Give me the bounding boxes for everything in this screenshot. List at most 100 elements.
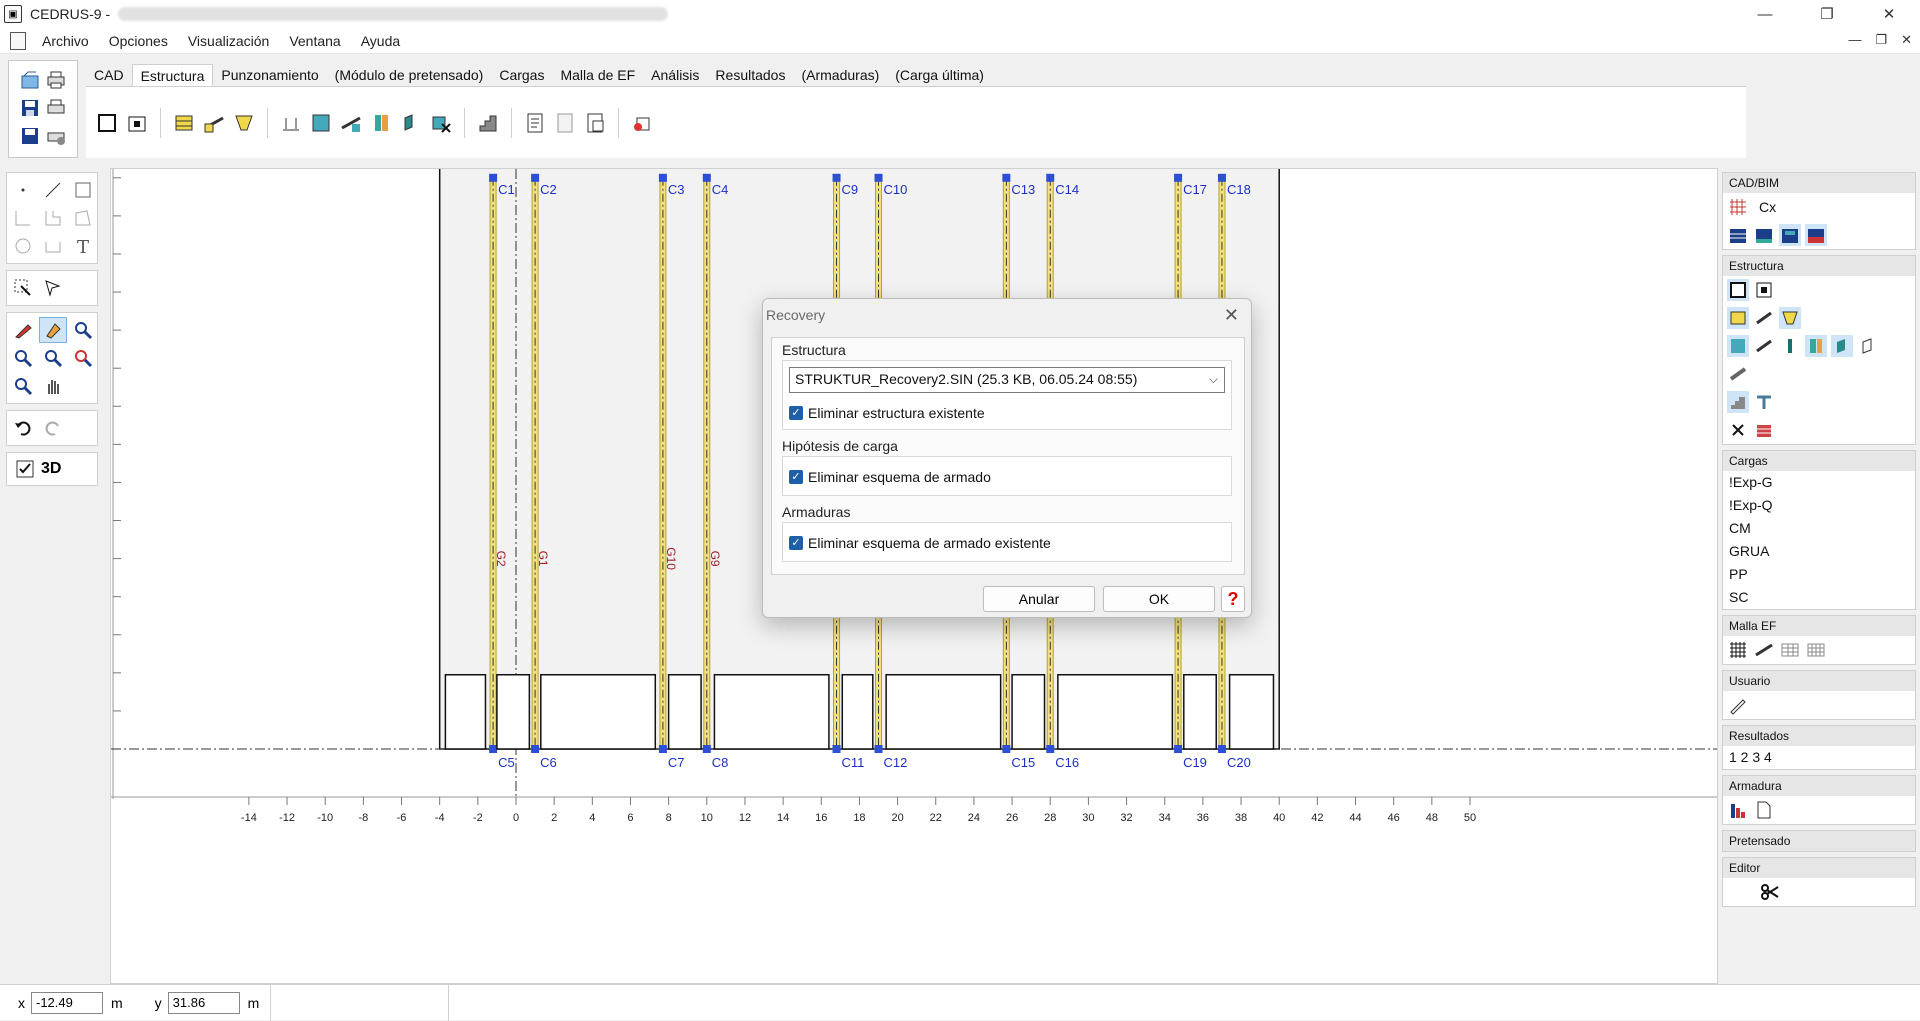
slab-opening-icon[interactable]	[124, 110, 150, 136]
delete-load-scheme-checkbox[interactable]: ✓ Eliminar esquema de armado	[789, 469, 991, 485]
save-icon[interactable]	[19, 97, 41, 119]
grid-icon[interactable]	[1727, 196, 1749, 218]
stair-icon[interactable]	[1727, 391, 1749, 413]
mesh-icon[interactable]	[1727, 639, 1749, 661]
scissors-icon[interactable]	[1727, 419, 1749, 441]
erase-icon[interactable]	[9, 317, 37, 343]
open-icon[interactable]	[19, 69, 41, 91]
stair-icon[interactable]	[475, 110, 501, 136]
load-case-item[interactable]: CM	[1723, 517, 1915, 540]
tab-cad[interactable]: CAD	[86, 64, 132, 86]
bar-chart-icon[interactable]	[1727, 799, 1749, 821]
pan-hand-icon[interactable]	[39, 373, 67, 399]
girder-icon[interactable]	[1779, 307, 1801, 329]
ok-button[interactable]: OK	[1103, 586, 1215, 612]
polygon-icon[interactable]	[39, 205, 67, 231]
redo-icon[interactable]	[39, 415, 67, 441]
close-icon[interactable]: ✕	[1224, 305, 1239, 326]
report-edit-icon[interactable]	[552, 110, 578, 136]
delete-structure-checkbox[interactable]: ✓ Eliminar estructura existente	[789, 405, 985, 421]
point-icon[interactable]	[9, 177, 37, 203]
zoom-window-icon[interactable]	[39, 345, 67, 371]
beam-icon[interactable]	[1753, 307, 1775, 329]
new-structure-icon[interactable]	[94, 110, 120, 136]
bim-export-icon[interactable]	[629, 110, 655, 136]
print-icon[interactable]	[45, 69, 67, 91]
line-icon[interactable]	[39, 177, 67, 203]
mesh-column-icon[interactable]	[1727, 335, 1749, 357]
tab-punzonamiento[interactable]: Punzonamiento	[213, 64, 326, 86]
load-case-item[interactable]: !Exp-G	[1723, 471, 1915, 494]
building-icon[interactable]	[1727, 224, 1749, 246]
new-slab-icon[interactable]	[1727, 279, 1749, 301]
recovery-file-select[interactable]: STRUKTUR_Recovery2.SIN (25.3 KB, 06.05.2…	[789, 367, 1225, 393]
tab-carga-ultima[interactable]: (Carga última)	[887, 64, 992, 86]
building-floors-icon[interactable]	[1753, 224, 1775, 246]
document-icon[interactable]	[10, 31, 26, 50]
scissors-icon[interactable]	[1759, 881, 1781, 903]
tab-malla-ef[interactable]: Malla de EF	[552, 64, 643, 86]
paint-icon[interactable]	[39, 317, 67, 343]
delete-rebar-scheme-checkbox[interactable]: ✓ Eliminar esquema de armado existente	[789, 535, 1051, 551]
close-button[interactable]: ✕	[1858, 0, 1920, 28]
tee-beam-icon[interactable]	[1753, 391, 1775, 413]
shear-wall-icon[interactable]	[398, 110, 424, 136]
mdi-close-button[interactable]: ✕	[1901, 32, 1912, 48]
mdi-restore-button[interactable]: ❐	[1875, 32, 1887, 48]
wall-panel-icon[interactable]	[1857, 335, 1879, 357]
support-icon[interactable]	[278, 110, 304, 136]
menu-opciones[interactable]: Opciones	[105, 33, 172, 49]
building-model-icon[interactable]	[1805, 224, 1827, 246]
cx-item[interactable]: Cx	[1753, 196, 1782, 219]
mesh-grid-icon[interactable]	[1805, 639, 1827, 661]
column-icon[interactable]	[1779, 335, 1801, 357]
maximize-button[interactable]: ❐	[1796, 0, 1858, 28]
printer-setup-icon[interactable]	[45, 125, 67, 147]
rectangle-icon[interactable]	[69, 177, 97, 203]
minimize-button[interactable]: —	[1734, 0, 1796, 28]
menu-ventana[interactable]: Ventana	[285, 33, 344, 49]
circle-icon[interactable]	[9, 233, 37, 259]
report-export-icon[interactable]	[582, 110, 608, 136]
beam-icon[interactable]	[201, 110, 227, 136]
x-coord-field[interactable]: -12.49	[31, 991, 103, 1014]
help-button[interactable]: ?	[1221, 586, 1245, 612]
menu-ayuda[interactable]: Ayuda	[357, 33, 404, 49]
load-case-item[interactable]: !Exp-Q	[1723, 494, 1915, 517]
opening-icon[interactable]	[1753, 279, 1775, 301]
tab-cargas[interactable]: Cargas	[491, 64, 552, 86]
report-icon[interactable]	[522, 110, 548, 136]
brick-wall-icon[interactable]	[1753, 419, 1775, 441]
mdi-minimize-button[interactable]: —	[1848, 32, 1861, 48]
y-coord-field[interactable]: 31.86	[167, 991, 240, 1014]
result-numbers[interactable]: 1 2 3 4	[1723, 746, 1915, 769]
rebar-sheet-icon[interactable]	[1753, 799, 1775, 821]
girder-icon[interactable]	[231, 110, 257, 136]
tab-armaduras[interactable]: (Armaduras)	[793, 64, 887, 86]
pen-icon[interactable]	[1727, 694, 1749, 716]
save-as-icon[interactable]	[19, 125, 41, 147]
cancel-button[interactable]: Anular	[983, 586, 1095, 612]
shear-wall-icon[interactable]	[1831, 335, 1853, 357]
beam-support-icon[interactable]	[1753, 335, 1775, 357]
text-icon[interactable]: T	[69, 233, 97, 259]
tab-resultados[interactable]: Resultados	[707, 64, 793, 86]
view-3d-button[interactable]: 3D	[9, 457, 97, 481]
mesh-table-icon[interactable]	[1779, 639, 1801, 661]
zoom-out-icon[interactable]	[9, 345, 37, 371]
column-icon[interactable]	[368, 110, 394, 136]
select-icon[interactable]	[9, 275, 37, 301]
mesh-refine-icon[interactable]	[1753, 639, 1775, 661]
select-edit-icon[interactable]	[39, 275, 67, 301]
delete-element-icon[interactable]	[428, 110, 454, 136]
mesh-column-icon[interactable]	[308, 110, 334, 136]
zoom-all-icon[interactable]	[69, 345, 97, 371]
zoom-in-icon[interactable]	[69, 317, 97, 343]
menu-visualizacion[interactable]: Visualización	[184, 33, 273, 49]
tab-modulo-pretensado[interactable]: (Módulo de pretensado)	[327, 64, 492, 86]
ramp-icon[interactable]	[1727, 363, 1749, 385]
arc-icon[interactable]	[69, 205, 97, 231]
beam-support-icon[interactable]	[338, 110, 364, 136]
tab-estructura[interactable]: Estructura	[131, 64, 214, 86]
load-case-item[interactable]: PP	[1723, 563, 1915, 586]
